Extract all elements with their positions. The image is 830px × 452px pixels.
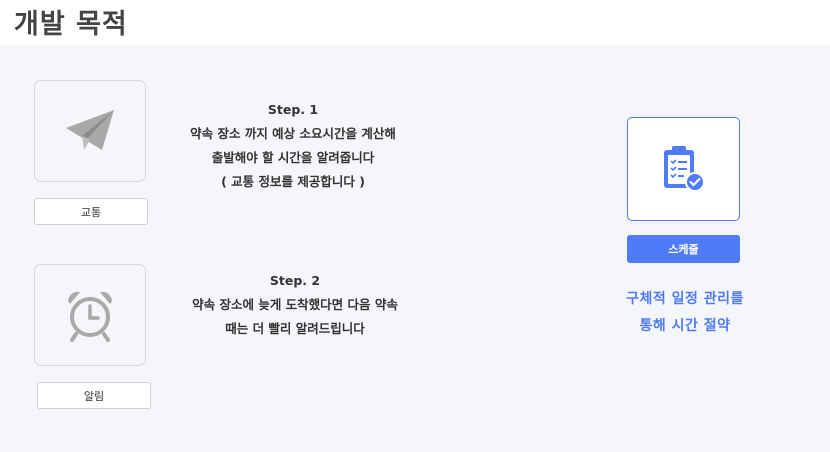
schedule-button[interactable]: 스케줄 [627, 235, 740, 263]
transport-icon-box [34, 80, 146, 182]
step1-title: Step. 1 [267, 102, 319, 117]
step1-line1: 약속 장소 까지 예상 소요시간을 계산해 [190, 126, 396, 141]
schedule-desc-line2: 통해 시간 절약 [639, 318, 731, 334]
alarm-clock-icon [68, 291, 112, 342]
step2-text: Step. 2 약속 장소에 늦게 도착했다면 다음 약속 때는 더 빨리 알려… [150, 269, 440, 341]
clipboard-check-icon [663, 146, 705, 192]
page-title: 개발 목적 [14, 9, 128, 40]
step1-line3: ( 교통 정보를 제공합니다 ) [221, 174, 365, 189]
schedule-description: 구체적 일정 관리를 통해 시간 절약 [590, 286, 780, 340]
step2-title: Step. 2 [269, 273, 321, 288]
step1-text: Step. 1 약속 장소 까지 예상 소요시간을 계산해 출발해야 할 시간을… [150, 98, 436, 194]
schedule-desc-line1: 구체적 일정 관리를 [626, 291, 744, 307]
paper-plane-icon [66, 110, 114, 150]
schedule-icon-box [627, 117, 740, 221]
step2-line1: 약속 장소에 늦게 도착했다면 다음 약속 [192, 297, 398, 312]
step2-line2: 때는 더 빨리 알려드립니다 [225, 321, 365, 336]
step1-line2: 출발해야 할 시간을 알려줍니다 [211, 150, 375, 165]
transport-label: 교통 [34, 198, 148, 225]
alarm-label: 알림 [37, 382, 151, 409]
alarm-icon-box [34, 264, 146, 366]
